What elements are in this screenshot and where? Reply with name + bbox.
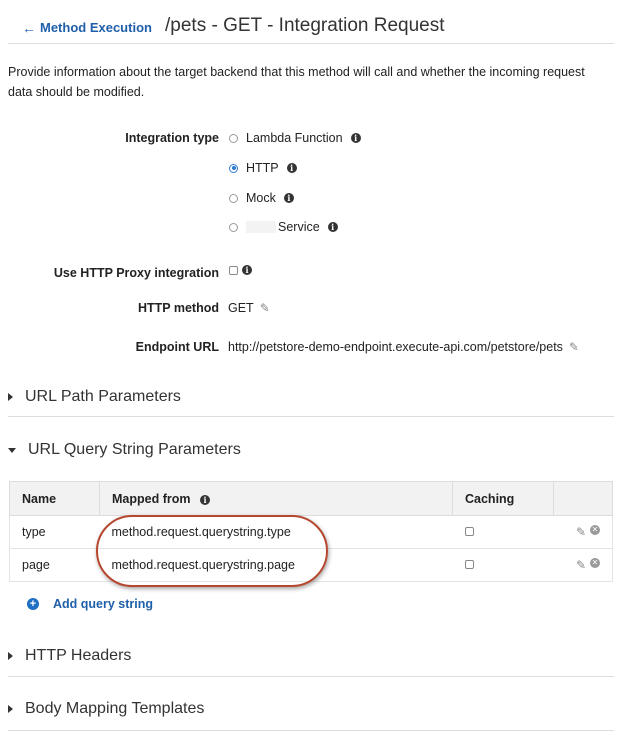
info-icon[interactable]: i	[327, 222, 338, 232]
radio-option-mock[interactable]: Mock i	[229, 191, 294, 205]
section-body-mapping-templates[interactable]: Body Mapping Templates	[8, 700, 204, 718]
redacted-service-name	[246, 221, 276, 233]
http-method-label: HTTP method	[137, 301, 219, 315]
param-mapped-from: method.request.querystring.type	[99, 515, 453, 549]
radio-option-http[interactable]: HTTP i	[229, 161, 297, 175]
proxy-control: i	[229, 265, 252, 275]
column-header-name: Name	[9, 481, 100, 516]
expand-arrow-icon	[8, 393, 13, 401]
query-string-table: Name Mapped from i Caching type method.r…	[9, 481, 613, 582]
section-title: Body Mapping Templates	[25, 700, 205, 717]
add-query-string-label: Add query string	[53, 597, 154, 611]
endpoint-url-value-row: http://petstore-demo-endpoint.execute-ap…	[228, 340, 579, 354]
back-link-label: Method Execution	[40, 20, 152, 35]
back-to-method-execution-link[interactable]: ← Method Execution	[22, 20, 152, 35]
title-divider	[8, 43, 614, 44]
caching-checkbox[interactable]	[464, 527, 474, 536]
radio-option-lambda[interactable]: Lambda Function i	[229, 131, 361, 145]
mapped-from-label: Mapped from	[112, 491, 191, 506]
section-url-path-parameters[interactable]: URL Path Parameters	[8, 388, 181, 406]
mock-label: Mock	[246, 191, 276, 205]
radio-option-service[interactable]: Service i	[229, 220, 338, 234]
expand-arrow-icon	[8, 705, 13, 713]
section-title: URL Query String Parameters	[28, 441, 241, 458]
param-name: page	[9, 548, 100, 582]
section-divider	[8, 416, 614, 417]
proxy-checkbox[interactable]	[229, 265, 238, 275]
expand-arrow-icon	[8, 652, 13, 660]
integration-type-label: Integration type	[125, 131, 219, 145]
proxy-label: Use HTTP Proxy integration	[53, 266, 219, 280]
http-radio[interactable]	[229, 163, 238, 173]
http-method-value: GET	[228, 301, 254, 315]
lambda-radio[interactable]	[229, 133, 238, 143]
intro-text: Provide information about the target bac…	[8, 65, 585, 99]
endpoint-url-label: Endpoint URL	[135, 340, 219, 354]
pencil-icon[interactable]: ✎	[260, 301, 270, 315]
remove-icon[interactable]: ✕	[590, 558, 600, 568]
row-actions: ✎ ✕	[553, 548, 613, 582]
section-divider	[8, 676, 614, 677]
mock-radio[interactable]	[229, 193, 238, 203]
table-row: type method.request.querystring.type ✎ ✕	[9, 515, 613, 549]
service-radio[interactable]	[229, 222, 238, 232]
info-icon[interactable]: i	[350, 133, 361, 143]
column-header-actions	[553, 481, 613, 516]
param-name: type	[9, 515, 100, 549]
info-icon[interactable]: i	[283, 193, 294, 203]
http-label: HTTP	[246, 161, 279, 175]
caching-cell	[452, 515, 554, 549]
info-icon[interactable]: i	[242, 265, 252, 275]
collapse-arrow-icon	[8, 447, 16, 453]
section-title: URL Path Parameters	[25, 388, 181, 405]
table-row: page method.request.querystring.page ✎ ✕	[9, 548, 613, 582]
table-header-row: Name Mapped from i Caching	[9, 481, 613, 516]
http-method-value-row: GET ✎	[228, 301, 270, 315]
section-divider	[8, 730, 614, 731]
page-title: /pets - GET - Integration Request	[165, 15, 445, 36]
row-actions: ✎ ✕	[553, 515, 613, 549]
info-icon[interactable]: i	[199, 494, 210, 505]
service-label: Service	[278, 220, 320, 234]
endpoint-url-value: http://petstore-demo-endpoint.execute-ap…	[228, 340, 563, 354]
caching-cell	[452, 548, 554, 582]
add-query-string-button[interactable]: + Add query string	[27, 597, 153, 611]
remove-icon[interactable]: ✕	[590, 525, 600, 535]
section-title: HTTP Headers	[25, 647, 132, 664]
info-icon[interactable]: i	[286, 163, 297, 173]
plus-circle-icon: +	[27, 598, 39, 610]
lambda-label: Lambda Function	[246, 131, 343, 145]
section-http-headers[interactable]: HTTP Headers	[8, 647, 131, 665]
section-url-query-string-parameters[interactable]: URL Query String Parameters	[8, 441, 241, 459]
arrow-left-icon: ←	[22, 19, 36, 36]
param-mapped-from: method.request.querystring.page	[99, 548, 453, 582]
column-header-mapped-from: Mapped from i	[99, 481, 453, 516]
caching-checkbox[interactable]	[464, 560, 474, 569]
pencil-icon[interactable]: ✎	[576, 525, 586, 539]
pencil-icon[interactable]: ✎	[569, 340, 579, 354]
pencil-icon[interactable]: ✎	[576, 558, 586, 572]
column-header-caching: Caching	[452, 481, 554, 516]
